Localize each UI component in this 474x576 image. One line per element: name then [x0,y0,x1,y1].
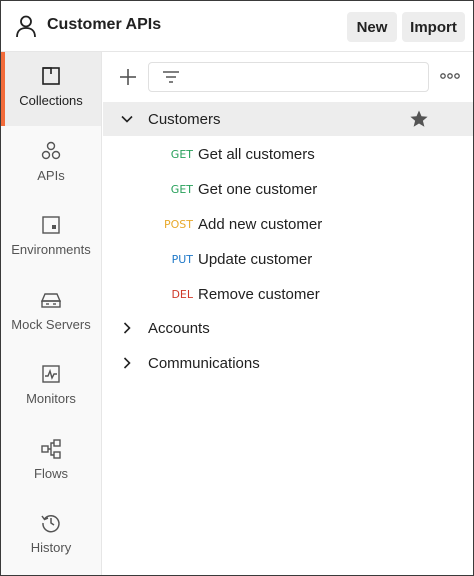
sidebar-item-label: History [30,540,72,555]
sidebar-item-monitors[interactable]: Monitors [1,350,101,424]
workspace-title: Customer APIs [47,16,162,33]
request-item[interactable]: POST Add new customer [103,207,473,241]
chevron-right-icon[interactable] [120,321,134,335]
environments-icon [42,216,60,234]
request-label: Update customer [198,250,313,268]
monitors-icon [42,365,60,383]
collection-label: Customers [148,110,221,128]
request-item[interactable]: DEL Remove customer [103,277,473,311]
flows-icon [41,439,61,459]
user-icon [16,15,36,38]
request-item[interactable]: GET Get one customer [103,172,473,206]
workspace-header: Customer APIs New Import [1,1,473,52]
filter-input[interactable] [148,62,429,92]
sidebar-item-label: Flows [34,466,68,481]
sidebar-item-environments[interactable]: Environments [1,201,101,275]
history-icon [41,514,60,533]
sidebar-item-mock-servers[interactable]: Mock Servers [1,276,101,350]
star-icon[interactable] [409,109,429,129]
sidebar-item-label: Mock Servers [11,317,91,332]
collection-accounts[interactable]: Accounts [103,311,473,345]
filter-icon [163,71,179,83]
sidebar-item-label: Collections [19,93,83,108]
sidebar-item-history[interactable]: History [1,499,101,573]
request-label: Remove customer [198,285,320,303]
collections-icon [42,67,60,85]
collection-customers[interactable]: Customers [103,102,473,136]
collection-label: Accounts [148,319,210,337]
sidebar: Collections APIs Environments Mock Serve… [1,52,102,575]
app-window: Customer APIs New Import Collections API… [0,0,474,576]
request-item[interactable]: PUT Update customer [103,242,473,276]
new-button[interactable]: New [347,12,397,42]
sidebar-item-label: Environments [11,242,91,257]
method-badge-post: POST [164,217,193,231]
apis-icon [41,141,61,160]
collection-communications[interactable]: Communications [103,346,473,380]
sidebar-item-flows[interactable]: Flows [1,425,101,499]
method-badge-get: GET [170,147,193,161]
request-label: Get one customer [198,180,318,198]
request-label: Get all customers [198,145,315,163]
sidebar-item-label: Monitors [26,391,76,406]
sidebar-item-collections[interactable]: Collections [1,52,101,126]
method-badge-put: PUT [171,252,193,266]
more-options-icon[interactable] [440,69,460,83]
mock-servers-icon [40,293,62,308]
request-label: Add new customer [198,215,323,233]
sidebar-item-apis[interactable]: APIs [1,127,101,201]
collection-label: Communications [148,354,260,372]
sidebar-item-label: APIs [37,168,65,183]
chevron-right-icon[interactable] [120,356,134,370]
chevron-down-icon[interactable] [120,112,134,126]
method-badge-get: GET [170,182,193,196]
add-collection-icon[interactable] [118,67,138,87]
method-badge-del: DEL [171,287,193,301]
import-button[interactable]: Import [402,12,465,42]
request-item[interactable]: GET Get all customers [103,137,473,171]
